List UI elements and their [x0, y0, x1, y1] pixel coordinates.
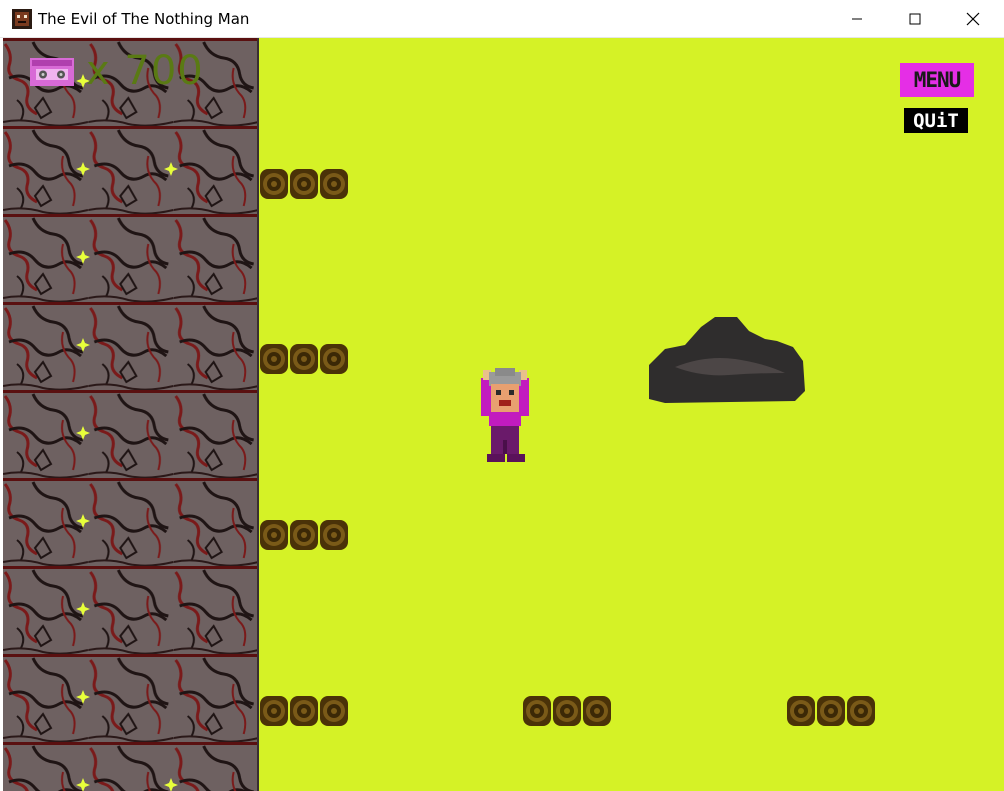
- game-canvas[interactable]: x 700 MENU QUiT: [3, 38, 1004, 791]
- stone-wall: [3, 38, 259, 791]
- maximize-button[interactable]: [886, 0, 944, 38]
- minimize-button[interactable]: [828, 0, 886, 38]
- log-platform: [260, 344, 348, 374]
- window-title: The Evil of The Nothing Man: [38, 10, 250, 28]
- player-character[interactable]: [477, 368, 533, 472]
- minimize-icon: [852, 18, 862, 20]
- rock-obstacle: [649, 317, 805, 403]
- log-platform: [260, 696, 348, 726]
- game-app-icon: [12, 9, 32, 29]
- maximize-icon: [909, 13, 921, 25]
- menu-button[interactable]: MENU: [900, 63, 974, 97]
- log-platform: [260, 520, 348, 550]
- tape-count: x 700: [86, 48, 204, 94]
- quit-button[interactable]: QUiT: [904, 108, 968, 133]
- log-platform: [787, 696, 875, 726]
- log-platform: [523, 696, 611, 726]
- close-icon: [966, 12, 980, 26]
- cassette-tape-icon: [30, 58, 74, 86]
- window-titlebar: The Evil of The Nothing Man: [0, 0, 1004, 38]
- close-button[interactable]: [944, 0, 1002, 38]
- log-platform: [260, 169, 348, 199]
